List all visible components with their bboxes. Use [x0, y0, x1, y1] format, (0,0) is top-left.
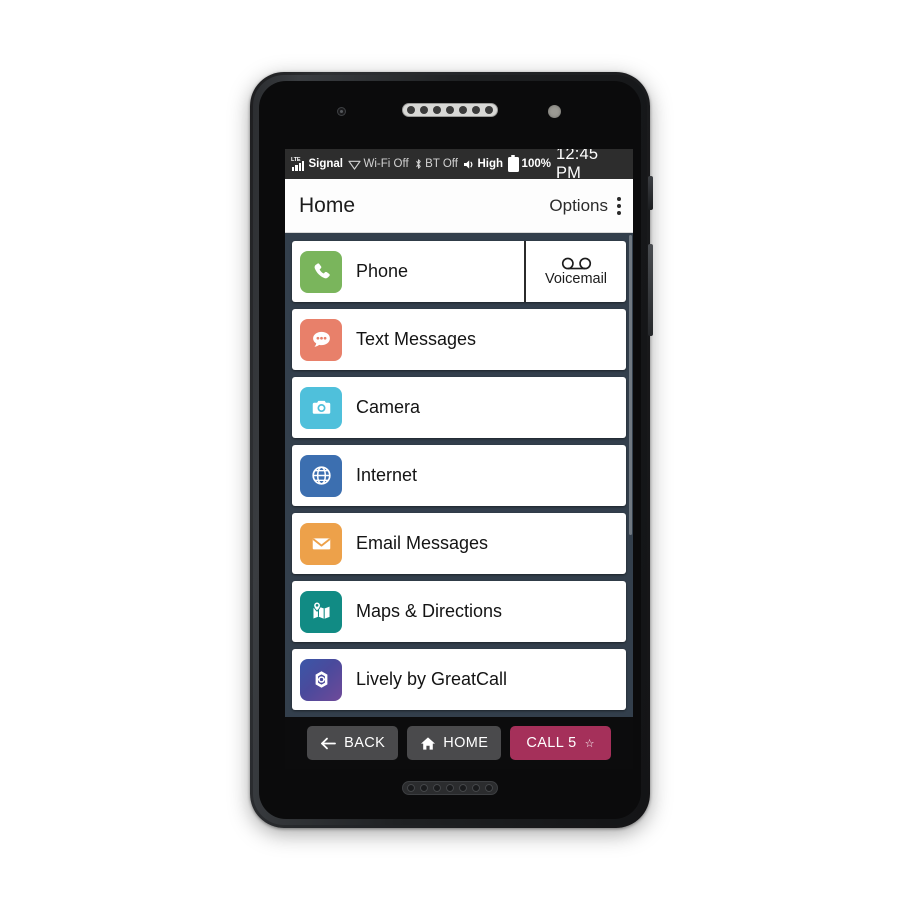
phone-front-face: LTE Signal Wi-Fi Off BT Off High 100% 12… — [259, 81, 641, 819]
clock: 12:45 PM — [555, 149, 599, 182]
screenshot-canvas: LTE Signal Wi-Fi Off BT Off High 100% 12… — [0, 0, 900, 900]
bottom-nav-bar: BACK HOME CALL 5 ☆ — [285, 717, 633, 769]
phone-chassis: LTE Signal Wi-Fi Off BT Off High 100% 12… — [253, 75, 647, 825]
envelope-icon — [300, 522, 342, 565]
map-pin-icon — [300, 590, 342, 633]
list-item-email-messages[interactable]: Email Messages — [292, 513, 626, 574]
home-icon — [420, 736, 436, 751]
battery-label: 100% — [521, 158, 551, 170]
home-menu-list: Phone Voicemail Text Messages Camera Int… — [285, 233, 633, 769]
volume-status: High — [463, 158, 503, 170]
phone-icon — [300, 250, 342, 293]
list-item-text-messages[interactable]: Text Messages — [292, 309, 626, 370]
list-item-maps-directions[interactable]: Maps & Directions — [292, 581, 626, 642]
options-button[interactable]: Options — [549, 196, 608, 216]
volume-label: High — [477, 158, 504, 170]
list-item-label: Camera — [356, 397, 421, 417]
battery-full-icon — [508, 154, 520, 172]
list-item-phone[interactable]: Phone Voicemail — [292, 241, 626, 302]
earpiece-speaker-grille — [402, 103, 498, 117]
voicemail-icon — [561, 257, 592, 270]
signal-status: LTE Signal — [291, 157, 344, 171]
proximity-sensor-icon — [548, 105, 561, 118]
voicemail-button[interactable]: Voicemail — [524, 241, 626, 302]
wifi-label: Wi-Fi Off — [363, 158, 409, 170]
bluetooth-status: BT Off — [414, 158, 458, 170]
back-label: BACK — [344, 735, 386, 751]
list-item-label: Phone — [356, 261, 409, 281]
front-camera-icon — [337, 107, 346, 116]
bluetooth-label: BT Off — [425, 158, 458, 170]
back-button[interactable]: BACK — [307, 726, 399, 760]
list-item-label: Lively by GreatCall — [356, 669, 508, 689]
phone-row-main[interactable]: Phone — [300, 250, 518, 293]
lively-emblem-icon — [300, 658, 342, 701]
overflow-menu-icon[interactable] — [615, 194, 623, 218]
home-button[interactable]: HOME — [407, 726, 502, 760]
list-item-label: Text Messages — [356, 329, 477, 349]
wifi-status: Wi-Fi Off — [348, 158, 409, 170]
app-title-bar: Home Options — [285, 179, 633, 233]
voicemail-label: Voicemail — [544, 270, 608, 287]
list-item-internet[interactable]: Internet — [292, 445, 626, 506]
call-5star-button[interactable]: CALL 5 ☆ — [510, 726, 611, 760]
back-arrow-icon — [320, 736, 337, 751]
bottom-speaker-grille — [402, 781, 498, 795]
list-item-lively-by-greatcall[interactable]: Lively by GreatCall — [292, 649, 626, 710]
call-label: CALL 5 — [526, 735, 577, 751]
list-scrollbar[interactable] — [629, 235, 632, 535]
bluetooth-off-icon — [414, 158, 423, 170]
camera-icon — [300, 386, 342, 429]
list-item-label: Email Messages — [356, 533, 489, 553]
power-button[interactable] — [648, 176, 653, 210]
signal-label: Signal — [308, 158, 344, 170]
globe-icon — [300, 454, 342, 497]
phone-screen: LTE Signal Wi-Fi Off BT Off High 100% 12… — [285, 149, 633, 769]
signal-bars-icon: LTE — [291, 157, 306, 171]
phone-device: LTE Signal Wi-Fi Off BT Off High 100% 12… — [250, 72, 653, 828]
status-bar: LTE Signal Wi-Fi Off BT Off High 100% 12… — [285, 149, 633, 182]
list-item-label: Maps & Directions — [356, 601, 503, 621]
list-item-camera[interactable]: Camera — [292, 377, 626, 438]
list-item-label: Internet — [356, 465, 418, 485]
wifi-off-icon — [348, 159, 361, 170]
speech-bubble-icon — [300, 318, 342, 361]
home-label: HOME — [443, 735, 489, 751]
page-title: Home — [299, 193, 356, 217]
volume-rocker-button[interactable] — [648, 244, 653, 336]
star-icon: ☆ — [584, 737, 595, 750]
volume-icon — [463, 159, 475, 170]
battery-status: 100% — [508, 154, 551, 172]
